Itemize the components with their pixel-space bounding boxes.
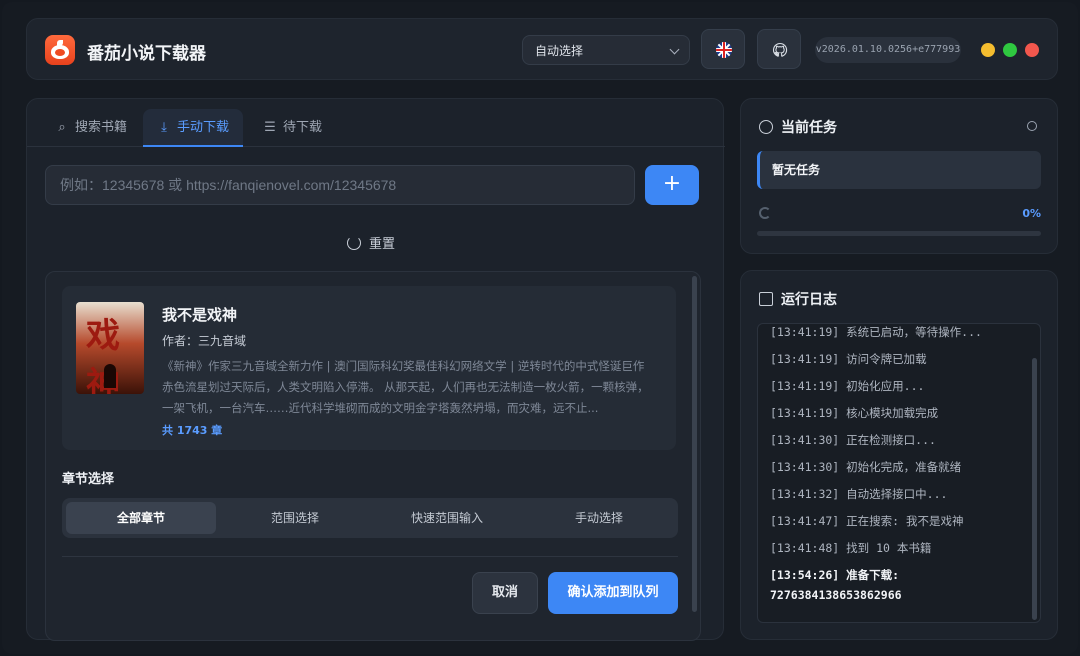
chapter-select-label: 章节选择 <box>62 472 115 487</box>
book-detail-panel: 戏神 我不是戏神 作者：三九音域 《新神》作家三九音域全新力作 | 澳门国际科幻… <box>45 271 701 641</box>
add-button[interactable]: + <box>645 165 699 205</box>
log-title: 运行日志 <box>759 289 837 309</box>
github-icon <box>772 42 788 57</box>
reset-button[interactable]: 重置 <box>347 233 395 252</box>
task-status: 暂无任务 <box>757 151 1041 189</box>
settings-icon[interactable] <box>1027 121 1037 131</box>
chapter-count: 共 1743 章 <box>162 424 223 437</box>
main-panel: ⌕ 搜索书籍 ⤓ 手动下载 ☰ 待下载 + 重置 戏神 我不是戏神 作者：三九音域 <box>26 98 725 641</box>
reset-icon <box>347 236 361 250</box>
confirm-add-queue-button[interactable]: 确认添加到队列 <box>548 572 678 614</box>
book-card: 戏神 我不是戏神 作者：三九音域 《新神》作家三九音域全新力作 | 澳门国际科幻… <box>62 286 676 450</box>
api-select-value: 自动选择 <box>535 44 584 58</box>
reset-label: 重置 <box>369 237 396 252</box>
tab-search[interactable]: ⌕ 搜索书籍 <box>41 109 141 147</box>
book-id-input[interactable] <box>45 165 635 205</box>
log-line: [13:41:19] 初始化应用... <box>770 379 925 393</box>
current-task-title: 当前任务 <box>759 117 837 137</box>
log-line: [13:41:19] 访问令牌已加载 <box>770 352 927 366</box>
mode-range[interactable]: 范围选择 <box>220 502 370 534</box>
download-circle-icon <box>759 120 773 134</box>
log-line: [13:41:48] 找到 10 本书籍 <box>770 541 932 555</box>
log-panel: 运行日志 [13:41:19] 系统已启动，等待操作... [13:41:19]… <box>740 270 1058 640</box>
progress-bar <box>757 231 1041 236</box>
mode-manual[interactable]: 手动选择 <box>524 502 674 534</box>
chapter-mode-selector: 全部章节 范围选择 快速范围输入 手动选择 <box>62 498 678 538</box>
progress-percent: 0% <box>1022 207 1041 220</box>
minimize-button[interactable] <box>981 43 995 57</box>
log-line: 7276384138653862966 <box>770 588 902 602</box>
current-task-panel: 当前任务 暂无任务 0% <box>740 98 1058 254</box>
book-cover-image: 戏神 <box>76 302 144 394</box>
log-line: [13:41:30] 正在检测接口... <box>770 433 936 447</box>
language-button[interactable] <box>701 29 745 69</box>
log-output[interactable]: [13:41:19] 系统已启动，等待操作... [13:41:19] 访问令牌… <box>757 323 1041 623</box>
version-badge: v2026.01.10.0256+e777993 <box>815 37 961 63</box>
scrollbar[interactable] <box>692 276 697 612</box>
api-select[interactable]: 自动选择 <box>522 35 690 65</box>
list-icon: ☰ <box>264 120 276 135</box>
maximize-button[interactable] <box>1003 43 1017 57</box>
tab-manual-download[interactable]: ⤓ 手动下载 <box>143 109 244 147</box>
title-bar: 番茄小说下载器 自动选择 v2026.01.10.0256+e777993 <box>26 18 1058 80</box>
download-icon: ⤓ <box>161 120 167 135</box>
close-button[interactable] <box>1025 43 1039 57</box>
log-line: [13:41:30] 初始化完成，准备就绪 <box>770 460 962 474</box>
log-line: [13:41:32] 自动选择接口中... <box>770 487 948 501</box>
book-author: 作者：三九音域 <box>162 334 247 348</box>
current-task-title-text: 当前任务 <box>781 120 837 136</box>
tab-manual-label: 手动下载 <box>177 120 230 135</box>
mode-all-chapters[interactable]: 全部章节 <box>66 502 216 534</box>
log-scrollbar[interactable] <box>1032 358 1037 620</box>
app-title: 番茄小说下载器 <box>87 44 206 64</box>
spinner-icon <box>759 207 771 219</box>
log-line: [13:41:47] 正在搜索: 我不是戏神 <box>770 514 964 528</box>
mode-quick-range[interactable]: 快速范围输入 <box>372 502 522 534</box>
tab-pending[interactable]: ☰ 待下载 <box>249 109 336 147</box>
log-title-text: 运行日志 <box>781 292 837 308</box>
chevron-down-icon <box>669 44 680 55</box>
tab-bar: ⌕ 搜索书籍 ⤓ 手动下载 ☰ 待下载 <box>27 99 725 147</box>
book-title: 我不是戏神 <box>162 306 238 324</box>
divider <box>62 556 678 557</box>
cancel-button[interactable]: 取消 <box>472 572 538 614</box>
log-icon <box>759 292 773 306</box>
log-line: [13:41:19] 系统已启动，等待操作... <box>770 325 982 339</box>
log-line: [13:54:26] 准备下载: <box>770 568 900 582</box>
uk-flag-icon <box>716 42 732 58</box>
log-line: [13:41:19] 核心模块加载完成 <box>770 406 939 420</box>
app-logo-icon <box>45 35 75 65</box>
github-button[interactable] <box>757 29 801 69</box>
tab-pending-label: 待下载 <box>283 120 323 135</box>
book-description: 《新神》作家三九音域全新力作 | 澳门国际科幻奖最佳科幻网络文学 | 逆转时代的… <box>162 359 649 415</box>
app-window: 番茄小说下载器 自动选择 v2026.01.10.0256+e777993 ⌕ 搜… <box>2 2 1078 654</box>
tab-search-label: 搜索书籍 <box>75 120 128 135</box>
search-icon: ⌕ <box>58 120 66 135</box>
